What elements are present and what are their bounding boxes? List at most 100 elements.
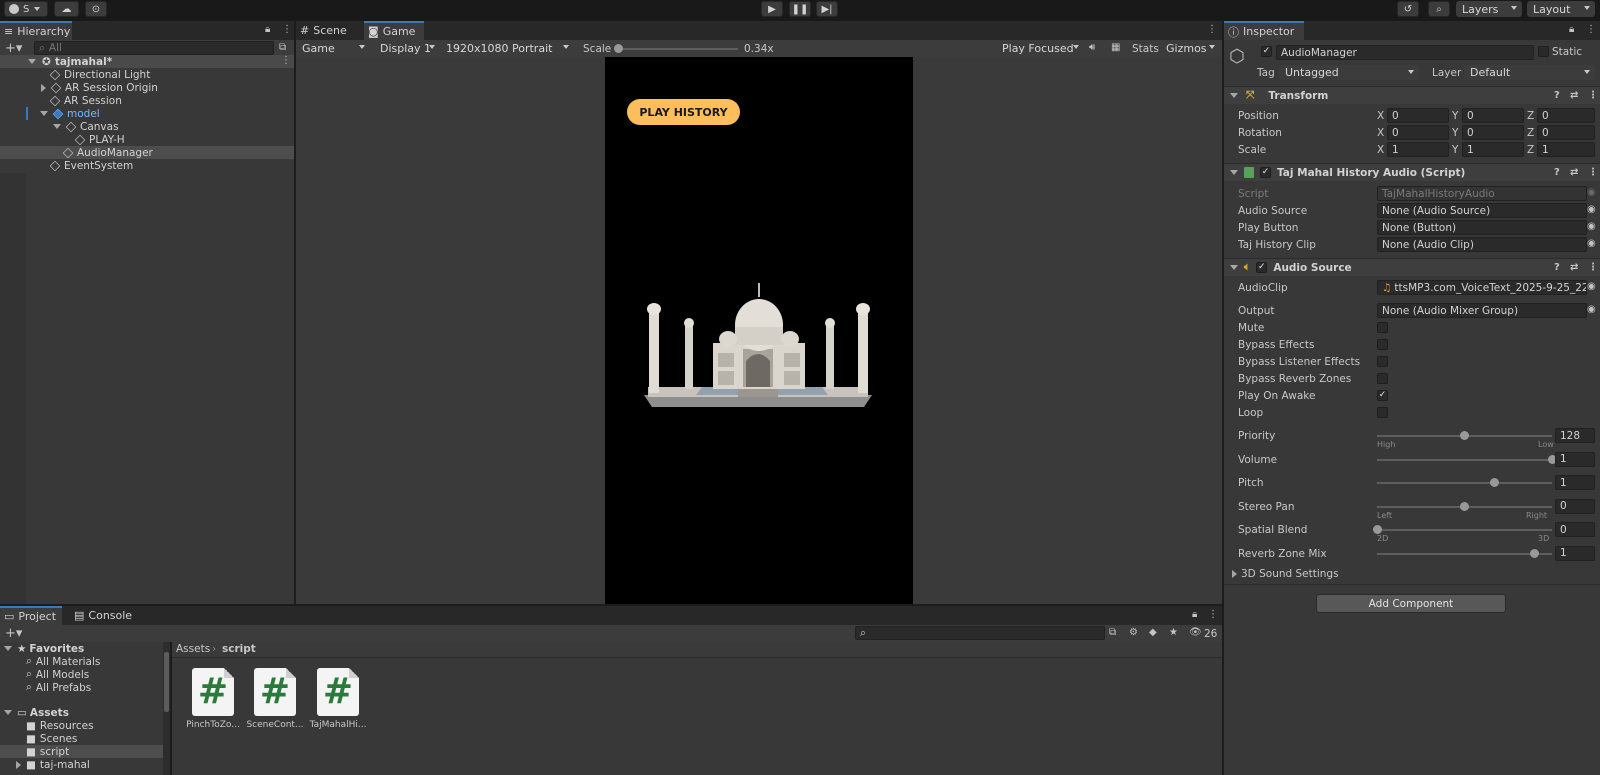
z-field[interactable]: 0 [1537,125,1595,140]
slider-track[interactable] [1377,482,1552,484]
slider-track[interactable] [1377,529,1552,531]
slider-value-field[interactable]: 1 [1555,475,1595,490]
hierarchy-item[interactable]: Canvas [0,120,294,133]
output-field[interactable]: None (Audio Mixer Group) [1377,303,1587,318]
collapse-icon[interactable] [40,111,48,116]
enable-checkbox[interactable]: ✓ [1256,262,1268,273]
display-dropdown[interactable]: Display 1 [374,40,440,57]
slider-value-field[interactable]: 0 [1555,522,1595,537]
scene-menu-icon[interactable]: ⋮ [281,55,291,66]
slider-knob[interactable] [1460,501,1469,511]
folder-item[interactable]: ■ Resources [0,719,170,732]
object-picker-icon[interactable]: ◉ [1587,304,1596,315]
help-icon[interactable]: ? [1554,90,1560,101]
z-field[interactable]: 0 [1537,108,1595,123]
favorite-item[interactable]: ⌕ All Materials [0,655,170,668]
object-name-field[interactable]: AudioManager [1276,45,1534,60]
lock-icon[interactable]: 🔒︎ [1569,24,1574,35]
kebab-menu-icon[interactable]: ⋮ [1207,24,1217,35]
help-icon[interactable]: ? [1554,167,1560,178]
folder-item[interactable]: ■ taj-mahal [0,758,170,771]
add-icon[interactable]: +▾ [5,626,22,641]
y-field[interactable]: 1 [1462,142,1524,157]
add-icon[interactable]: +▾ [5,41,22,56]
tab-console[interactable]: ▤ Console [70,606,140,625]
slider-value-field[interactable]: 1 [1555,451,1595,467]
tree-scrollbar[interactable] [163,642,170,775]
audio-source-header[interactable]: 🔈︎ ✓ Audio Source ? ⇄ ⋮ [1224,258,1600,276]
y-field[interactable]: 0 [1462,108,1524,123]
add-component-button[interactable]: Add Component [1316,594,1506,613]
audioclip-field[interactable]: ♫ ttsMP3.com_VoiceText_2025-9-25_22-8 [1377,280,1587,295]
divider[interactable] [170,642,172,775]
kebab-menu-icon[interactable]: ⋮ [1208,609,1218,620]
scale-slider-knob[interactable] [614,44,623,53]
x-field[interactable]: 0 [1387,108,1449,123]
favorite-item[interactable]: ⌕ All Prefabs [0,681,170,694]
collapse-icon[interactable] [53,124,61,129]
object-field[interactable]: None (Audio Source) [1377,203,1587,218]
layout-dropdown[interactable]: Layout [1527,1,1595,17]
tab-game[interactable]: ◙ Game [364,21,424,40]
object-field[interactable]: None (Audio Clip) [1377,237,1587,252]
kebab-menu-icon[interactable]: ⋮ [282,24,292,35]
stats-button[interactable]: Stats [1132,43,1159,55]
toggle-checkbox[interactable] [1377,339,1388,350]
tag-icon[interactable]: ◆ [1149,627,1157,638]
x-field[interactable]: 1 [1387,142,1449,157]
search-by-type-icon[interactable]: ⧉ [1109,627,1116,638]
audio-icon[interactable]: 🔊︎ [1089,42,1095,53]
object-picker-icon[interactable]: ◉ [1587,281,1596,292]
kebab-menu-icon[interactable]: ⋮ [1586,24,1596,35]
lock-icon[interactable]: 🔒︎ [1192,609,1197,620]
slider-knob[interactable] [1460,431,1469,440]
toggle-checkbox[interactable] [1377,356,1388,367]
tag-dropdown[interactable]: Untagged [1279,65,1419,80]
preset-icon[interactable]: ⇄ [1570,90,1578,101]
breadcrumb-root[interactable]: Assets [176,643,210,655]
history-icon[interactable]: ↺ [1397,1,1419,17]
hierarchy-item[interactable]: PLAY-H [0,133,294,146]
gizmos-dropdown[interactable]: Gizmos [1162,40,1220,57]
slider-knob[interactable] [1372,525,1382,534]
breadcrumb-current[interactable]: script [222,643,256,655]
tab-project[interactable]: ▭ Project [0,606,62,625]
preset-icon[interactable]: ⇄ [1570,262,1578,273]
help-icon[interactable]: ? [1554,262,1560,273]
preset-icon[interactable]: ⇄ [1570,167,1578,178]
collab-icon[interactable]: ⊙ [85,1,107,17]
toggle-checkbox[interactable] [1377,373,1388,384]
x-field[interactable]: 0 [1387,125,1449,140]
slider-value-field[interactable]: 1 [1555,545,1595,561]
filter-icon[interactable]: ⧉ [279,42,286,53]
slider-value-field[interactable]: 128 [1555,428,1595,443]
hierarchy-item[interactable]: model [0,107,294,120]
play-focused-dropdown[interactable]: Play Focused [996,40,1084,57]
script-component-header[interactable]: ✓ Taj Mahal History Audio (Script) ? ⇄ ⋮ [1224,163,1600,181]
tab-inspector[interactable]: ⓘ Inspector [1224,21,1304,40]
cloud-icon[interactable]: ☁ [54,1,79,17]
slider-track[interactable] [1377,458,1552,461]
slider-track[interactable] [1377,552,1552,555]
pause-button[interactable]: ❚❚ [789,1,811,17]
hierarchy-item[interactable]: Directional Light [0,68,294,81]
toggle-checkbox[interactable] [1377,322,1388,333]
expand-icon[interactable] [41,83,46,92]
tab-scene[interactable]: # Scene [296,21,362,40]
step-button[interactable]: ▶| [816,1,838,17]
hierarchy-item[interactable]: EventSystem [0,159,294,172]
component-menu-icon[interactable]: ⋮ [1588,262,1598,273]
sound-settings-foldout[interactable]: 3D Sound Settings [1232,568,1339,580]
toggle-checkbox[interactable] [1377,407,1388,418]
hierarchy-item[interactable]: AR Session Origin [0,81,294,94]
folder-item[interactable]: ■ script [0,745,170,758]
object-field[interactable]: None (Button) [1377,220,1587,235]
hierarchy-search-input[interactable]: ⌕ All [34,41,274,55]
script-asset[interactable]: # TajMahalHi... [307,668,369,730]
component-menu-icon[interactable]: ⋮ [1588,90,1598,101]
search-by-label-icon[interactable]: ⚙ [1129,627,1138,638]
y-field[interactable]: 0 [1462,125,1524,140]
object-picker-icon[interactable]: ◉ [1587,221,1596,232]
layer-dropdown[interactable]: Default [1464,65,1595,80]
object-picker-icon[interactable]: ◉ [1587,238,1596,249]
